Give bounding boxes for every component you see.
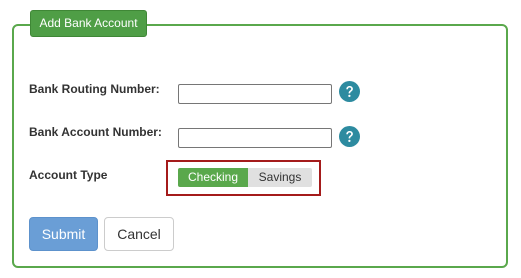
submit-button[interactable]: Submit <box>29 217 98 251</box>
cancel-button[interactable]: Cancel <box>104 217 174 251</box>
checking-option[interactable]: Checking <box>178 168 248 187</box>
routing-help-icon[interactable] <box>339 81 360 102</box>
account-help-icon[interactable] <box>339 126 360 147</box>
panel-title: Add Bank Account <box>30 10 147 37</box>
account-type-label: Account Type <box>29 168 108 182</box>
routing-number-input[interactable] <box>178 84 332 104</box>
routing-number-label: Bank Routing Number: <box>29 82 160 96</box>
account-type-toggle: Checking Savings <box>178 168 312 187</box>
account-number-label: Bank Account Number: <box>29 125 162 139</box>
account-number-input[interactable] <box>178 128 332 148</box>
savings-option[interactable]: Savings <box>248 168 312 187</box>
